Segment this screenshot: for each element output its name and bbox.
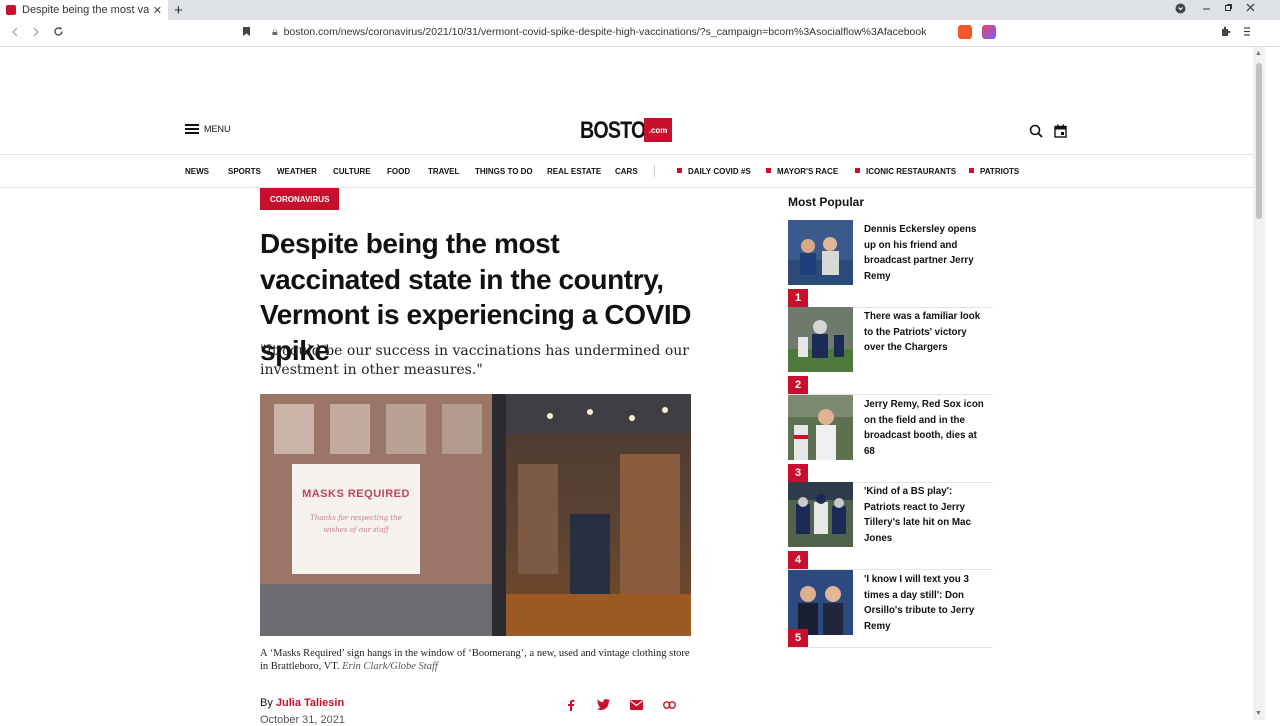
twitter-share-icon[interactable] [596, 698, 610, 711]
new-tab-button[interactable]: + [174, 2, 183, 19]
search-icon[interactable] [1029, 124, 1043, 138]
rank-badge: 1 [788, 289, 808, 307]
nav-culture[interactable]: CULTURE [333, 167, 371, 176]
minimize-icon[interactable] [1202, 3, 1211, 15]
author-link[interactable]: Julia Taliesin [276, 697, 344, 709]
tab-title: Despite being the most va [22, 4, 149, 16]
rank-badge: 3 [788, 464, 808, 482]
scroll-down-arrow-icon[interactable]: ▼ [1255, 710, 1262, 717]
site-menu-button[interactable]: MENU [185, 124, 231, 134]
lock-icon: 🔒︎ [272, 26, 278, 38]
most-popular-item[interactable]: 2 There was a familiar look to the Patri… [788, 307, 993, 395]
forward-icon[interactable] [31, 26, 41, 40]
most-popular-headline[interactable]: There was a familiar look to the Patriot… [864, 309, 987, 356]
nav-cars[interactable]: CARS [615, 167, 638, 176]
scroll-up-arrow-icon[interactable]: ▲ [1255, 50, 1262, 57]
article-dek: "It could be our success in vaccinations… [260, 343, 689, 378]
rank-badge: 2 [788, 376, 808, 394]
nav-daily-covid[interactable]: DAILY COVID #S [677, 167, 751, 176]
most-popular-headline[interactable]: 'I know I will text you 3 times a day st… [864, 572, 987, 634]
most-popular-thumbnail[interactable] [788, 307, 853, 372]
publish-date: October 31, 2021 [260, 714, 346, 726]
email-share-icon[interactable] [629, 698, 643, 711]
mask-sign-subtitle: Thanks for respecting the wishes of our … [310, 514, 402, 534]
copy-link-icon[interactable] [662, 698, 676, 711]
most-popular-item[interactable]: 3 Jerry Remy, Red Sox icon on the field … [788, 395, 993, 483]
most-popular-item[interactable]: 1 Dennis Eckersley opens up on his frien… [788, 220, 993, 308]
boston-com-logo[interactable]: BOSTON .com [580, 116, 676, 146]
profile-icon[interactable] [1175, 3, 1186, 17]
rank-badge: 4 [788, 551, 808, 569]
nav-iconic-restaurants-label: ICONIC RESTAURANTS [866, 167, 957, 176]
most-popular-thumbnail[interactable] [788, 220, 853, 285]
byline-prefix: By [260, 697, 273, 709]
most-popular-thumbnail[interactable] [788, 482, 853, 547]
nav-mayors-race-label: MAYOR'S RACE [777, 167, 839, 176]
window-close-icon[interactable] [1246, 3, 1255, 15]
section-nav: NEWS SPORTS WEATHER CULTURE FOOD TRAVEL … [0, 154, 1253, 188]
nav-patriots-label: PATRIOTS [980, 167, 1020, 176]
most-popular-headline[interactable]: Jerry Remy, Red Sox icon on the field an… [864, 397, 987, 459]
nav-weather[interactable]: WEATHER [277, 167, 317, 176]
caption-credit: Erin Clark/Globe Staff [342, 660, 438, 672]
brave-shield-icon[interactable] [958, 25, 972, 39]
calendar-icon[interactable] [1054, 124, 1067, 138]
url-text: boston.com/news/coronavirus/2021/10/31/v… [283, 26, 927, 38]
rank-badge: 5 [788, 629, 808, 647]
nav-food[interactable]: FOOD [387, 167, 410, 176]
rewards-icon[interactable] [982, 25, 996, 39]
bookmark-icon[interactable] [242, 26, 251, 40]
byline: By Julia Taliesin [260, 697, 344, 709]
nav-patriots[interactable]: PATRIOTS [969, 167, 1019, 176]
tab-close-icon[interactable]: ✕ [153, 4, 162, 17]
page-scrollbar[interactable]: ▲ ▼ [1253, 47, 1265, 720]
menu-label: MENU [204, 124, 231, 134]
nav-iconic-restaurants[interactable]: ICONIC RESTAURANTS [855, 167, 956, 176]
nav-things-to-do[interactable]: THINGS TO DO [475, 167, 533, 176]
address-bar-row: 🔒︎ boston.com/news/coronavirus/2021/10/31… [0, 20, 1280, 47]
logo-com-badge: .com [644, 118, 672, 142]
section-kicker[interactable]: CORONAVIRUS [260, 188, 340, 210]
facebook-share-icon[interactable] [564, 698, 578, 711]
most-popular-headline[interactable]: 'Kind of a BS play': Patriots react to J… [864, 484, 987, 546]
nav-real-estate[interactable]: REAL ESTATE [547, 167, 601, 176]
browser-tab-bar: Despite being the most va ✕ + [0, 0, 1280, 20]
most-popular-thumbnail[interactable] [788, 570, 853, 635]
nav-mayors-race[interactable]: MAYOR'S RACE [766, 167, 838, 176]
most-popular-headline[interactable]: Dennis Eckersley opens up on his friend … [864, 222, 987, 284]
reload-icon[interactable] [53, 26, 64, 40]
image-caption: A ‘Masks Required’ sign hangs in the win… [260, 648, 700, 673]
extensions-icon[interactable] [1220, 26, 1231, 40]
most-popular-heading: Most Popular [788, 195, 865, 209]
caption-text: A ‘Masks Required’ sign hangs in the win… [260, 648, 690, 672]
nav-divider [654, 165, 655, 177]
most-popular-thumbnail[interactable] [788, 395, 853, 460]
red-square-icon [969, 168, 974, 174]
most-popular-item[interactable]: 5 'I know I will text you 3 times a day … [788, 570, 993, 648]
red-square-icon [766, 168, 771, 174]
hamburger-icon [185, 124, 199, 134]
nav-daily-covid-label: DAILY COVID #S [688, 167, 751, 176]
red-square-icon [677, 168, 682, 174]
hero-image[interactable]: MASKS REQUIRED Thanks for respecting the… [260, 394, 691, 636]
url-field[interactable]: 🔒︎ boston.com/news/coronavirus/2021/10/31… [272, 26, 926, 39]
most-popular-item[interactable]: 4 'Kind of a BS play': Patriots react to… [788, 482, 993, 570]
browser-menu-icon[interactable] [1243, 26, 1251, 40]
red-square-icon [855, 168, 860, 174]
back-icon[interactable] [10, 26, 20, 40]
nav-travel[interactable]: TRAVEL [428, 167, 459, 176]
mask-sign-title: MASKS REQUIRED [302, 488, 410, 500]
site-favicon-icon [6, 5, 16, 15]
nav-sports[interactable]: SPORTS [228, 167, 261, 176]
nav-news[interactable]: NEWS [185, 167, 209, 176]
scroll-thumb[interactable] [1256, 63, 1262, 219]
restore-icon[interactable] [1224, 3, 1233, 15]
browser-tab[interactable]: Despite being the most va ✕ [0, 0, 168, 20]
